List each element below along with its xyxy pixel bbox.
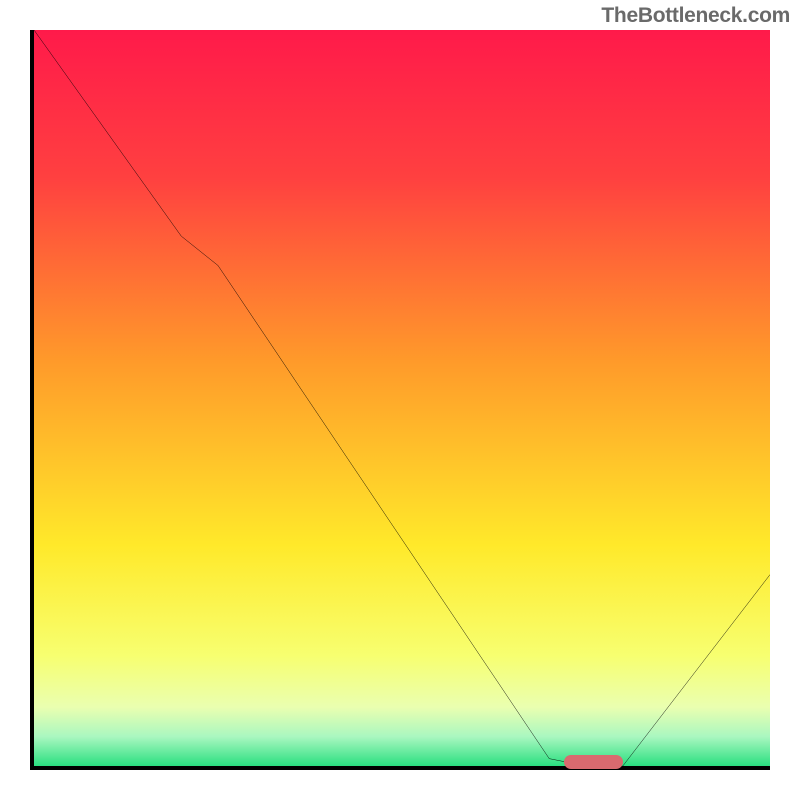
- curve-layer: [34, 30, 770, 766]
- bottleneck-chart: TheBottleneck.com: [0, 0, 800, 800]
- plot-area: [30, 30, 770, 770]
- bottleneck-curve-line: [34, 30, 770, 766]
- optimum-marker: [564, 755, 623, 769]
- watermark-text: TheBottleneck.com: [601, 4, 790, 28]
